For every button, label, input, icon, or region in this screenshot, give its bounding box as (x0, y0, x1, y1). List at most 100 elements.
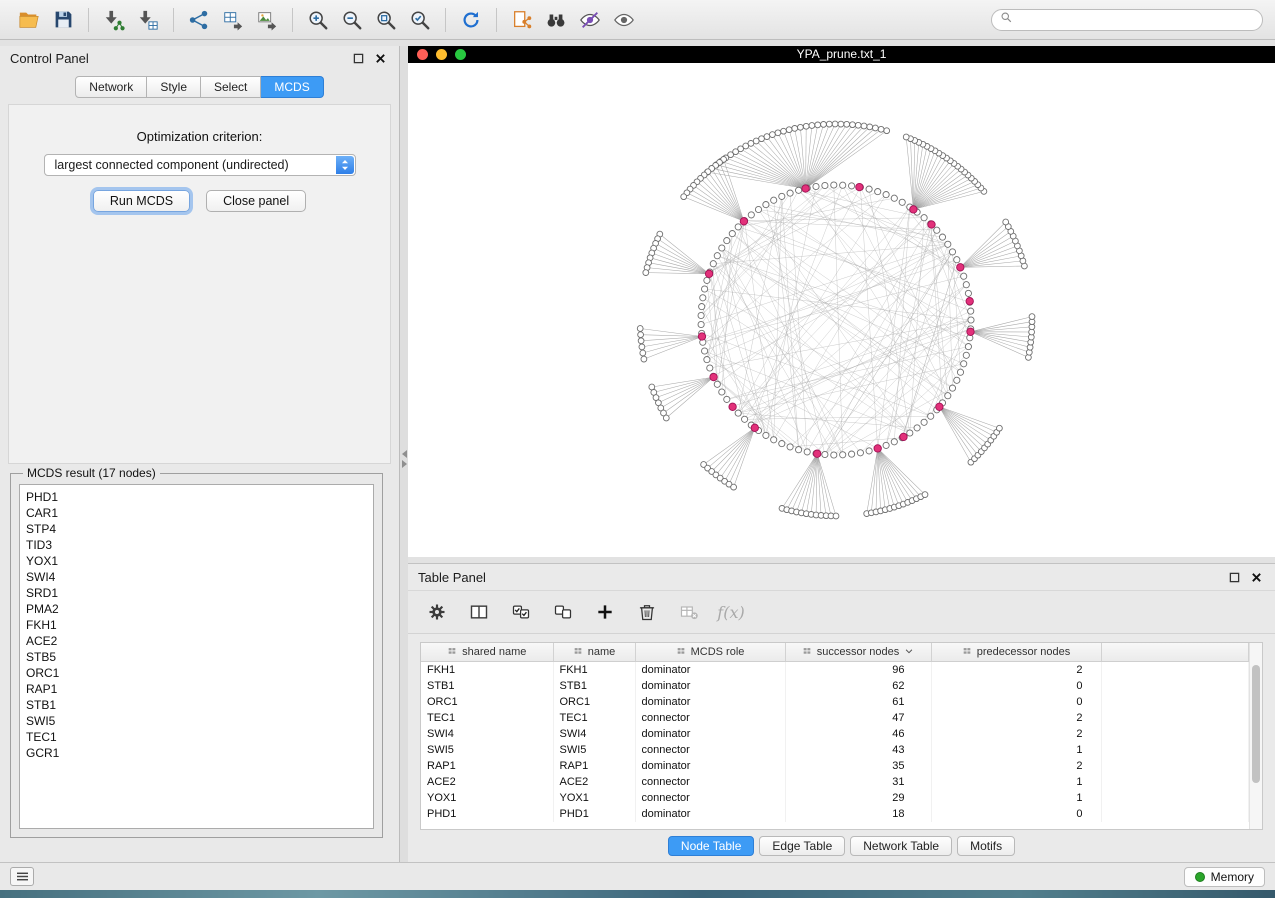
graph-node[interactable] (945, 393, 951, 399)
graph-node[interactable] (796, 447, 802, 453)
graph-node[interactable] (961, 361, 967, 367)
mcds-result-item[interactable]: STB5 (26, 649, 367, 665)
graph-node[interactable] (638, 332, 644, 338)
zoom-fit-icon[interactable] (369, 5, 403, 35)
graph-node[interactable] (875, 189, 881, 195)
graph-node[interactable] (855, 122, 861, 128)
chevron-down-icon[interactable] (904, 646, 914, 659)
graph-node[interactable] (707, 365, 713, 371)
graph-node[interactable] (954, 257, 960, 263)
graph-node[interactable] (957, 369, 963, 375)
column-header[interactable]: successor nodes (785, 643, 931, 662)
mcds-result-item[interactable]: FKH1 (26, 617, 367, 633)
graph-node[interactable] (968, 317, 974, 323)
graph-node[interactable] (649, 384, 655, 390)
graph-node[interactable] (857, 450, 863, 456)
column-header[interactable]: MCDS role (635, 643, 785, 662)
graph-node[interactable] (815, 122, 821, 128)
zoom-in-icon[interactable] (301, 5, 335, 35)
float-table-panel-icon[interactable] (1226, 569, 1243, 586)
graph-node[interactable] (639, 344, 645, 350)
table-row[interactable]: ORC1ORC1dominator610 (421, 694, 1249, 710)
graph-node[interactable] (822, 182, 828, 188)
tab-style[interactable]: Style (147, 76, 201, 98)
gear-icon[interactable] (424, 599, 450, 625)
dominator-node[interactable] (928, 221, 935, 228)
mcds-result-item[interactable]: ORC1 (26, 665, 367, 681)
graph-node[interactable] (965, 344, 971, 350)
graph-node[interactable] (838, 121, 844, 127)
dominator-node[interactable] (967, 328, 974, 335)
network-window-titlebar[interactable]: YPA_prune.txt_1 (408, 46, 1275, 63)
export-image-icon[interactable] (250, 5, 284, 35)
table-row[interactable]: ACE2ACE2connector311 (421, 774, 1249, 790)
graph-node[interactable] (1003, 219, 1009, 225)
mcds-result-item[interactable]: RAP1 (26, 681, 367, 697)
clone-network-icon[interactable] (505, 5, 539, 35)
graph-node[interactable] (884, 128, 890, 134)
column-header[interactable]: name (553, 643, 635, 662)
dominator-node[interactable] (705, 270, 712, 277)
graph-node[interactable] (787, 190, 793, 196)
graph-node[interactable] (702, 348, 708, 354)
tab-edge-table[interactable]: Edge Table (759, 836, 845, 856)
graph-node[interactable] (922, 492, 928, 498)
graph-node[interactable] (849, 451, 855, 457)
table-row[interactable]: STB1STB1dominator620 (421, 678, 1249, 694)
graph-node[interactable] (742, 416, 748, 422)
show-details-icon[interactable] (607, 5, 641, 35)
memory-button[interactable]: Memory (1184, 867, 1265, 887)
mcds-result-item[interactable]: SWI5 (26, 713, 367, 729)
column-header[interactable]: shared name (421, 643, 553, 662)
graph-node[interactable] (640, 350, 646, 356)
graph-node[interactable] (831, 182, 837, 188)
graph-node[interactable] (663, 415, 669, 421)
graph-node[interactable] (949, 385, 955, 391)
graph-node[interactable] (903, 134, 909, 140)
maximize-window-icon[interactable] (455, 49, 466, 60)
import-table-icon[interactable] (131, 5, 165, 35)
graph-node[interactable] (731, 484, 737, 490)
graph-node[interactable] (939, 234, 945, 240)
graph-node[interactable] (826, 121, 832, 127)
graph-node[interactable] (763, 202, 769, 208)
graph-node[interactable] (832, 121, 838, 127)
dominator-node[interactable] (698, 333, 705, 340)
graph-node[interactable] (702, 286, 708, 292)
refresh-icon[interactable] (454, 5, 488, 35)
delete-table-icon[interactable] (676, 599, 702, 625)
graph-node[interactable] (850, 122, 856, 128)
graph-node[interactable] (934, 227, 940, 233)
scrollbar-thumb[interactable] (1252, 665, 1260, 783)
select-all-rows-icon[interactable] (508, 599, 534, 625)
graph-node[interactable] (714, 253, 720, 259)
graph-node[interactable] (961, 273, 967, 279)
graph-node[interactable] (997, 425, 1003, 431)
graph-node[interactable] (698, 312, 704, 318)
graph-node[interactable] (965, 290, 971, 296)
table-row[interactable]: PHD1PHD1dominator180 (421, 806, 1249, 822)
graph-node[interactable] (699, 304, 705, 310)
graph-node[interactable] (1029, 314, 1035, 320)
graph-node[interactable] (949, 249, 955, 255)
table-row[interactable]: RAP1RAP1dominator352 (421, 758, 1249, 774)
graph-node[interactable] (928, 413, 934, 419)
deselect-all-rows-icon[interactable] (550, 599, 576, 625)
graph-node[interactable] (809, 123, 815, 129)
mcds-result-item[interactable]: TID3 (26, 537, 367, 553)
mcds-result-item[interactable]: PMA2 (26, 601, 367, 617)
graph-node[interactable] (641, 356, 647, 362)
splitter-handle-icon[interactable] (400, 448, 408, 470)
graph-node[interactable] (643, 270, 649, 276)
graph-node[interactable] (710, 261, 716, 267)
graph-node[interactable] (840, 182, 846, 188)
graph-node[interactable] (866, 186, 872, 192)
graph-node[interactable] (963, 352, 969, 358)
graph-node[interactable] (798, 124, 804, 130)
table-row[interactable]: TEC1TEC1connector472 (421, 710, 1249, 726)
panel-menu-icon[interactable] (10, 867, 34, 886)
graph-node[interactable] (804, 449, 810, 455)
graph-node[interactable] (821, 122, 827, 128)
find-icon[interactable] (539, 5, 573, 35)
import-network-icon[interactable] (97, 5, 131, 35)
